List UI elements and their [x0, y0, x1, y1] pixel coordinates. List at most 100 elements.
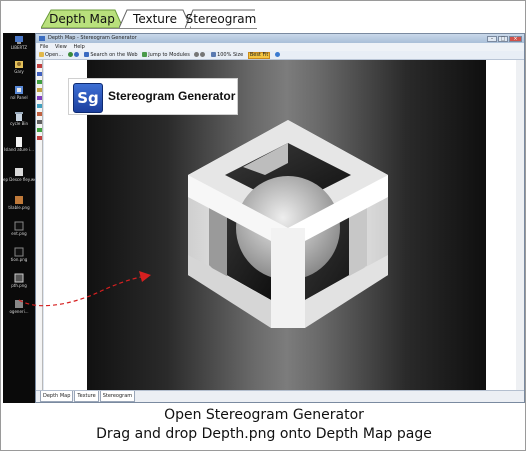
app-icon: [39, 36, 45, 41]
page-tab-stereogram[interactable]: Stereogram: [99, 391, 136, 402]
image-icon: [14, 247, 24, 257]
open-button[interactable]: Open...: [39, 51, 63, 60]
best-fit-button[interactable]: Best Fit: [247, 52, 271, 59]
best-fit-label: Best Fit: [249, 52, 269, 58]
image-icon: [14, 221, 24, 231]
zoom-buttons[interactable]: [194, 51, 206, 60]
desktop-icon-label: Gary: [14, 69, 24, 74]
tutorial-tabs: Depth Map Texture Stereogram: [41, 9, 257, 29]
desktop-icon-label: LIBERTZ: [10, 45, 28, 50]
desktop-icon-label: ep Desce fley.web: [3, 177, 35, 182]
page-tab-depth-map[interactable]: Depth Map: [40, 391, 74, 402]
folder-icon: [39, 52, 44, 57]
modules-icon: [142, 52, 148, 57]
globe-icon: [84, 52, 90, 57]
desktop-icon-label: Island ature i...: [4, 147, 34, 152]
nav-buttons[interactable]: [67, 51, 80, 60]
image-icon: [15, 196, 23, 204]
tool-icon[interactable]: [37, 120, 42, 124]
image-icon: [15, 168, 23, 176]
desktop-icon-depth[interactable]: pth.png: [3, 273, 35, 288]
search-web-button[interactable]: Search on the Web: [84, 51, 138, 60]
forward-icon: [73, 52, 79, 57]
tabs-underline: [41, 28, 257, 29]
menu-bar: File View Help: [36, 43, 524, 51]
help-icon: [274, 52, 280, 57]
actual-size-button[interactable]: 100% Size: [211, 51, 243, 60]
close-icon[interactable]: ×: [509, 36, 522, 42]
desktop-icon-tion[interactable]: tion.png: [3, 247, 35, 262]
window-controls: – □ ×: [486, 35, 522, 42]
document-icon: [16, 137, 22, 147]
back-icon: [67, 52, 73, 57]
desktop-icon-ent[interactable]: ent.png: [3, 221, 35, 236]
desktop: LIBERTZ Gary rol Panel cycle Bin Island …: [3, 33, 35, 403]
desktop-icon-label: ent.png: [11, 231, 27, 236]
desktop-icon-label: rol Panel: [10, 95, 28, 100]
page-tab-texture[interactable]: Texture: [74, 391, 99, 402]
desktop-icon-web[interactable]: ep Desce fley.web: [3, 167, 35, 182]
search-web-label: Search on the Web: [90, 52, 138, 58]
computer-icon: [15, 36, 23, 44]
side-toolstrip: [36, 60, 43, 390]
zoom-in-icon: [194, 52, 200, 57]
menu-help[interactable]: Help: [73, 44, 84, 50]
actual-size-icon: [211, 52, 217, 57]
tool-icon[interactable]: [37, 80, 42, 84]
tool-icon[interactable]: [37, 128, 42, 132]
control-panel-icon: [15, 86, 23, 94]
jump-modules-button[interactable]: Jump to Modules: [142, 51, 190, 60]
desktop-icon-user[interactable]: Gary: [3, 59, 35, 74]
desktop-icon-computer[interactable]: LIBERTZ: [3, 35, 35, 50]
minimize-icon[interactable]: –: [487, 36, 497, 42]
zoom-out-icon: [200, 52, 206, 57]
image-icon: [14, 273, 24, 283]
desktop-icon-label: tion.png: [10, 257, 28, 262]
help-button[interactable]: [274, 51, 281, 60]
tool-icon[interactable]: [37, 112, 42, 116]
desktop-icon-label: tilable.png: [8, 205, 30, 210]
desktop-icon-label: pth.png: [11, 283, 27, 288]
tab-depth-map[interactable]: Depth Map: [41, 9, 123, 29]
tool-icon[interactable]: [37, 104, 42, 108]
actual-size-label: 100% Size: [217, 52, 244, 58]
caption-line-1: Open Stereogram Generator: [164, 407, 364, 423]
instruction-caption: Open Stereogram Generator Drag and drop …: [1, 406, 526, 444]
maximize-icon[interactable]: □: [498, 36, 508, 42]
recycle-bin-icon: [15, 112, 23, 121]
desktop-icon-ogeneri[interactable]: ogeneri...: [3, 299, 35, 314]
window-titlebar[interactable]: Depth Map - Stereogram Generator – □ ×: [36, 34, 524, 43]
open-label: Open...: [45, 52, 64, 58]
jump-modules-label: Jump to Modules: [148, 52, 190, 58]
menu-file[interactable]: File: [40, 44, 48, 50]
tab-label: Texture: [133, 12, 177, 26]
desktop-icon-label: cycle Bin: [10, 121, 28, 126]
app-logo-name: Stereogram Generator: [108, 89, 236, 103]
window-page-tabs: Depth Map Texture Stereogram: [36, 390, 524, 402]
tab-stereogram[interactable]: Stereogram: [185, 9, 257, 29]
desktop-icon-label: ogeneri...: [9, 309, 29, 314]
depth-cube-image: [188, 120, 388, 328]
window-title: Depth Map - Stereogram Generator: [48, 35, 137, 41]
tab-label: Depth Map: [49, 12, 115, 26]
vertical-scrollbar[interactable]: [516, 60, 524, 390]
tool-icon[interactable]: [37, 96, 42, 100]
user-folder-icon: [15, 61, 23, 68]
tab-label: Stereogram: [185, 12, 257, 26]
caption-line-2: Drag and drop Depth.png onto Depth Map p…: [96, 426, 432, 442]
sg-logo-icon: Sg: [73, 83, 103, 113]
tool-icon[interactable]: [37, 88, 42, 92]
desktop-icon-recycle-bin[interactable]: cycle Bin: [3, 111, 35, 126]
desktop-icon-control-panel[interactable]: rol Panel: [3, 85, 35, 100]
tab-texture[interactable]: Texture: [119, 9, 191, 29]
tool-icon[interactable]: [37, 72, 42, 76]
desktop-icon-tilable[interactable]: tilable.png: [3, 195, 35, 210]
desktop-icon-document[interactable]: Island ature i...: [3, 137, 35, 152]
tutorial-frame: Depth Map Texture Stereogram LIBERTZ Gar…: [0, 0, 526, 451]
tool-icon[interactable]: [37, 136, 42, 140]
tool-icon[interactable]: [37, 64, 42, 68]
app-logo-callout: Sg Stereogram Generator: [68, 78, 238, 115]
image-icon: [15, 300, 23, 308]
menu-view[interactable]: View: [55, 44, 67, 50]
toolbar: Open... Search on the Web Jump to Module…: [36, 51, 524, 60]
